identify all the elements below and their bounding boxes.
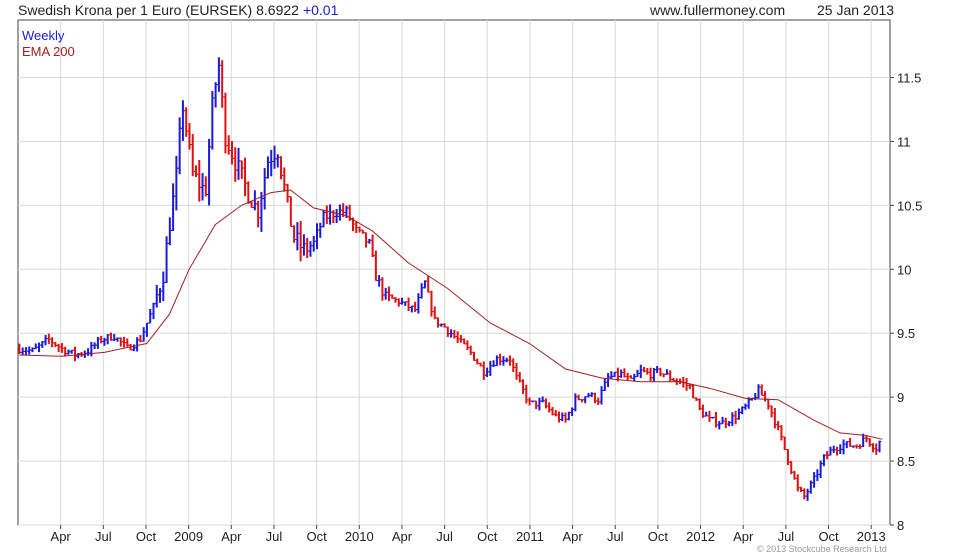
- copyright-notice: © 2013 Stockcube Research Ltd: [757, 544, 887, 554]
- x-tick-label: 2012: [686, 529, 715, 544]
- y-tick-label: 9: [897, 390, 904, 405]
- x-tick-label: Oct: [136, 529, 157, 544]
- x-tick-label: Oct: [648, 529, 669, 544]
- x-axis: Apr Jul Oct 2009 Apr Jul Oct 2010 Apr Jul Oct 2011 A…: [51, 525, 886, 544]
- x-tick-label: Oct: [477, 529, 498, 544]
- x-tick-label: 2010: [345, 529, 374, 544]
- x-tick-label: Jul: [607, 529, 624, 544]
- x-tick-label: Oct: [818, 529, 839, 544]
- y-tick-label: 8: [897, 518, 904, 533]
- x-tick-label: Apr: [392, 529, 413, 544]
- x-tick-label: 2013: [857, 529, 886, 544]
- x-tick-label: Jul: [778, 529, 795, 544]
- x-tick-label: Apr: [733, 529, 754, 544]
- y-tick-label: 8.5: [897, 454, 915, 469]
- chart-widget: Swedish Krona per 1 Euro (EURSEK) 8.6922…: [0, 0, 980, 560]
- y-tick-label: 11.5: [897, 71, 921, 86]
- y-tick-label: 11: [897, 134, 911, 149]
- x-tick-label: Jul: [436, 529, 453, 544]
- x-tick-label: Jul: [95, 529, 112, 544]
- y-tick-label: 9.5: [897, 326, 915, 341]
- price-chart: 8 8.5 9 9.5 10 10.5 11 11.5 Apr Jul Oct 2009 Apr Jul…: [17, 19, 922, 544]
- legend-weekly: Weekly: [22, 28, 65, 43]
- plot-area: [17, 19, 891, 526]
- x-tick-label: Jul: [266, 529, 283, 544]
- x-tick-label: 2011: [516, 529, 544, 544]
- x-tick-label: Apr: [562, 529, 583, 544]
- x-tick-label: Oct: [307, 529, 328, 544]
- x-tick-label: Apr: [221, 529, 242, 544]
- x-tick-label: 2009: [174, 529, 203, 544]
- x-tick-label: Apr: [51, 529, 72, 544]
- y-tick-label: 10: [897, 262, 911, 277]
- legend-ema: EMA 200: [22, 44, 75, 59]
- y-tick-label: 10.5: [897, 198, 922, 213]
- y-axis: 8 8.5 9 9.5 10 10.5 11 11.5: [890, 71, 922, 533]
